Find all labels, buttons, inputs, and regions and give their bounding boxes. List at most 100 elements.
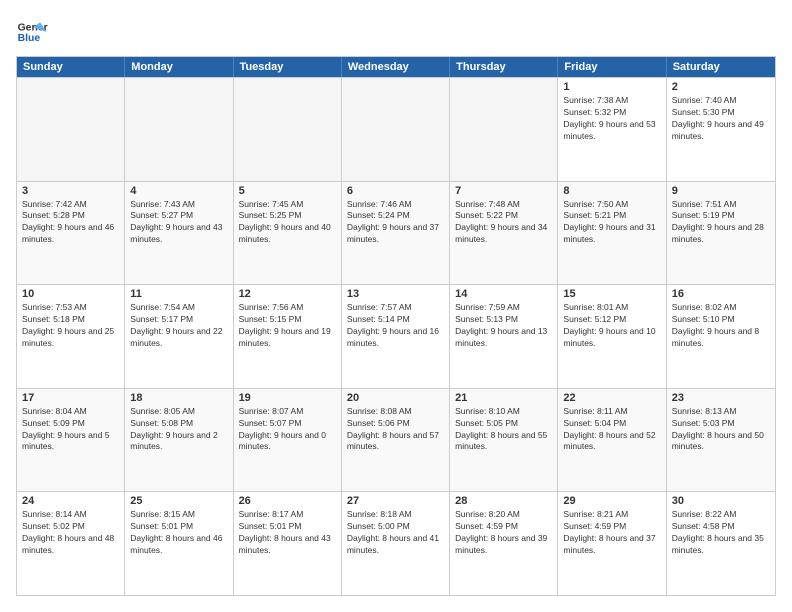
day-number: 5 bbox=[239, 185, 336, 197]
calendar-day: 4Sunrise: 7:43 AMSunset: 5:27 PMDaylight… bbox=[125, 182, 233, 285]
calendar-day: 17 Sunrise: 8:04 AMSunset: 5:09 PMDayligh… bbox=[17, 389, 125, 492]
logo-icon: General Blue bbox=[16, 16, 48, 48]
calendar-day: 10 Sunrise: 7:53 AMSunset: 5:18 PMDayligh… bbox=[17, 285, 125, 388]
calendar-day: 28 Sunrise: 8:20 AMSunset: 4:59 PMDayligh… bbox=[450, 492, 558, 595]
calendar-week-4: 17 Sunrise: 8:04 AMSunset: 5:09 PMDayligh… bbox=[17, 388, 775, 492]
calendar-week-3: 10 Sunrise: 7:53 AMSunset: 5:18 PMDayligh… bbox=[17, 284, 775, 388]
day-info: Sunrise: 8:21 AMSunset: 4:59 PMDaylight:… bbox=[563, 509, 660, 557]
day-info: Sunrise: 8:13 AMSunset: 5:03 PMDaylight:… bbox=[672, 406, 770, 454]
calendar-day: 14 Sunrise: 7:59 AMSunset: 5:13 PMDayligh… bbox=[450, 285, 558, 388]
calendar-day: 13Sunrise: 7:57 AMSunset: 5:14 PMDayligh… bbox=[342, 285, 450, 388]
header-saturday: Saturday bbox=[667, 57, 775, 77]
day-number: 6 bbox=[347, 185, 444, 197]
calendar-day: 29 Sunrise: 8:21 AMSunset: 4:59 PMDayligh… bbox=[558, 492, 666, 595]
day-info: Sunrise: 8:01 AMSunset: 5:12 PMDaylight:… bbox=[563, 302, 660, 350]
day-info: Sunrise: 8:20 AMSunset: 4:59 PMDaylight:… bbox=[455, 509, 552, 557]
day-number: 27 bbox=[347, 495, 444, 507]
logo: General Blue bbox=[16, 16, 48, 48]
day-info: Sunrise: 7:59 AMSunset: 5:13 PMDaylight:… bbox=[455, 302, 552, 350]
day-number: 16 bbox=[672, 288, 770, 300]
day-number: 24 bbox=[22, 495, 119, 507]
day-number: 3 bbox=[22, 185, 119, 197]
calendar-header: Sunday Monday Tuesday Wednesday Thursday… bbox=[17, 57, 775, 77]
calendar: Sunday Monday Tuesday Wednesday Thursday… bbox=[16, 56, 776, 596]
day-number: 17 bbox=[22, 392, 119, 404]
day-number: 14 bbox=[455, 288, 552, 300]
calendar-day: 6 Sunrise: 7:46 AMSunset: 5:24 PMDaylight… bbox=[342, 182, 450, 285]
calendar-day: 19 Sunrise: 8:07 AMSunset: 5:07 PMDayligh… bbox=[234, 389, 342, 492]
day-info: Sunrise: 8:04 AMSunset: 5:09 PMDaylight:… bbox=[22, 406, 119, 454]
calendar-week-2: 3 Sunrise: 7:42 AMSunset: 5:28 PMDaylight… bbox=[17, 181, 775, 285]
day-info: Sunrise: 8:18 AMSunset: 5:00 PMDaylight:… bbox=[347, 509, 444, 557]
day-number: 20 bbox=[347, 392, 444, 404]
calendar-day: 15 Sunrise: 8:01 AMSunset: 5:12 PMDayligh… bbox=[558, 285, 666, 388]
calendar-day: 27 Sunrise: 8:18 AMSunset: 5:00 PMDayligh… bbox=[342, 492, 450, 595]
calendar-day bbox=[450, 78, 558, 181]
day-number: 15 bbox=[563, 288, 660, 300]
day-number: 18 bbox=[130, 392, 227, 404]
calendar-day bbox=[125, 78, 233, 181]
calendar-day: 12Sunrise: 7:56 AMSunset: 5:15 PMDayligh… bbox=[234, 285, 342, 388]
day-number: 25 bbox=[130, 495, 227, 507]
calendar-day: 5 Sunrise: 7:45 AMSunset: 5:25 PMDaylight… bbox=[234, 182, 342, 285]
header-tuesday: Tuesday bbox=[234, 57, 342, 77]
day-info: Sunrise: 7:54 AMSunset: 5:17 PMDaylight:… bbox=[130, 302, 227, 350]
day-info: Sunrise: 7:51 AMSunset: 5:19 PMDaylight:… bbox=[672, 199, 770, 247]
calendar-day bbox=[17, 78, 125, 181]
day-info: Sunrise: 8:02 AMSunset: 5:10 PMDaylight:… bbox=[672, 302, 770, 350]
day-number: 29 bbox=[563, 495, 660, 507]
calendar-week-1: 1 Sunrise: 7:38 AMSunset: 5:32 PMDaylight… bbox=[17, 77, 775, 181]
day-number: 19 bbox=[239, 392, 336, 404]
day-info: Sunrise: 8:15 AMSunset: 5:01 PMDaylight:… bbox=[130, 509, 227, 557]
day-info: Sunrise: 8:22 AMSunset: 4:58 PMDaylight:… bbox=[672, 509, 770, 557]
day-number: 21 bbox=[455, 392, 552, 404]
day-info: Sunrise: 7:45 AMSunset: 5:25 PMDaylight:… bbox=[239, 199, 336, 247]
calendar-day: 16 Sunrise: 8:02 AMSunset: 5:10 PMDayligh… bbox=[667, 285, 775, 388]
calendar-day: 9 Sunrise: 7:51 AMSunset: 5:19 PMDaylight… bbox=[667, 182, 775, 285]
day-info: Sunrise: 8:17 AMSunset: 5:01 PMDaylight:… bbox=[239, 509, 336, 557]
calendar-day: 23Sunrise: 8:13 AMSunset: 5:03 PMDayligh… bbox=[667, 389, 775, 492]
day-info: Sunrise: 7:50 AMSunset: 5:21 PMDaylight:… bbox=[563, 199, 660, 247]
day-info: Sunrise: 8:08 AMSunset: 5:06 PMDaylight:… bbox=[347, 406, 444, 454]
day-info: Sunrise: 7:53 AMSunset: 5:18 PMDaylight:… bbox=[22, 302, 119, 350]
calendar-day: 11 Sunrise: 7:54 AMSunset: 5:17 PMDayligh… bbox=[125, 285, 233, 388]
calendar-day: 25 Sunrise: 8:15 AMSunset: 5:01 PMDayligh… bbox=[125, 492, 233, 595]
day-number: 1 bbox=[563, 81, 660, 93]
day-info: Sunrise: 7:42 AMSunset: 5:28 PMDaylight:… bbox=[22, 199, 119, 247]
day-info: Sunrise: 8:07 AMSunset: 5:07 PMDaylight:… bbox=[239, 406, 336, 454]
day-number: 28 bbox=[455, 495, 552, 507]
header-thursday: Thursday bbox=[450, 57, 558, 77]
day-info: Sunrise: 8:11 AMSunset: 5:04 PMDaylight:… bbox=[563, 406, 660, 454]
day-info: Sunrise: 8:14 AMSunset: 5:02 PMDaylight:… bbox=[22, 509, 119, 557]
day-number: 7 bbox=[455, 185, 552, 197]
calendar-day bbox=[234, 78, 342, 181]
day-info: Sunrise: 7:38 AMSunset: 5:32 PMDaylight:… bbox=[563, 95, 660, 143]
calendar-body: 1 Sunrise: 7:38 AMSunset: 5:32 PMDaylight… bbox=[17, 77, 775, 595]
day-number: 26 bbox=[239, 495, 336, 507]
day-number: 10 bbox=[22, 288, 119, 300]
calendar-day: 24 Sunrise: 8:14 AMSunset: 5:02 PMDayligh… bbox=[17, 492, 125, 595]
day-number: 13 bbox=[347, 288, 444, 300]
day-info: Sunrise: 7:46 AMSunset: 5:24 PMDaylight:… bbox=[347, 199, 444, 247]
header-monday: Monday bbox=[125, 57, 233, 77]
header-wednesday: Wednesday bbox=[342, 57, 450, 77]
calendar-day bbox=[342, 78, 450, 181]
day-info: Sunrise: 8:10 AMSunset: 5:05 PMDaylight:… bbox=[455, 406, 552, 454]
calendar-day: 30Sunrise: 8:22 AMSunset: 4:58 PMDayligh… bbox=[667, 492, 775, 595]
calendar-day: 1 Sunrise: 7:38 AMSunset: 5:32 PMDaylight… bbox=[558, 78, 666, 181]
header-friday: Friday bbox=[558, 57, 666, 77]
day-info: Sunrise: 7:48 AMSunset: 5:22 PMDaylight:… bbox=[455, 199, 552, 247]
calendar-day: 26 Sunrise: 8:17 AMSunset: 5:01 PMDayligh… bbox=[234, 492, 342, 595]
day-number: 12 bbox=[239, 288, 336, 300]
calendar-day: 22 Sunrise: 8:11 AMSunset: 5:04 PMDayligh… bbox=[558, 389, 666, 492]
day-number: 11 bbox=[130, 288, 227, 300]
day-number: 2 bbox=[672, 81, 770, 93]
day-number: 22 bbox=[563, 392, 660, 404]
day-number: 9 bbox=[672, 185, 770, 197]
page-header: General Blue bbox=[16, 16, 776, 48]
calendar-day: 20 Sunrise: 8:08 AMSunset: 5:06 PMDayligh… bbox=[342, 389, 450, 492]
day-info: Sunrise: 7:40 AMSunset: 5:30 PMDaylight:… bbox=[672, 95, 770, 143]
day-number: 8 bbox=[563, 185, 660, 197]
day-info: Sunrise: 8:05 AMSunset: 5:08 PMDaylight:… bbox=[130, 406, 227, 454]
header-sunday: Sunday bbox=[17, 57, 125, 77]
